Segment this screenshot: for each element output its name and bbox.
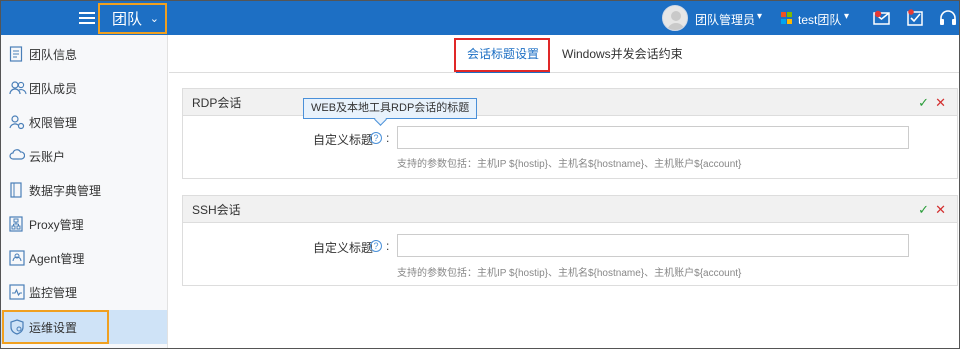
- field-label: 自定义标题: [313, 133, 374, 147]
- help-icon[interactable]: ?: [370, 132, 382, 144]
- menu-icon[interactable]: [79, 9, 95, 27]
- sidebar-item-team-members[interactable]: 团队成员: [1, 71, 167, 105]
- sidebar-item-label: 权限管理: [29, 115, 78, 130]
- team-switcher-label: 团队: [112, 11, 143, 28]
- sidebar: 团队信息 团队成员 权限管理 云账户 数据字典管理 Proxy管理 Agent管…: [1, 35, 168, 348]
- panel-header: RDP会话 ✓ ✕: [183, 89, 957, 116]
- help-tooltip: WEB及本地工具RDP会话的标题: [303, 98, 478, 119]
- network-icon: [9, 216, 23, 232]
- field-colon: :: [386, 131, 390, 145]
- field-label: 自定义标题: [313, 241, 374, 255]
- sidebar-item-label: Agent管理: [29, 251, 85, 266]
- sidebar-item-data-dictionary[interactable]: 数据字典管理: [1, 173, 167, 207]
- monitor-icon: [9, 284, 25, 300]
- panel-title: RDP会话: [192, 95, 242, 110]
- confirm-icon[interactable]: ✓: [918, 95, 929, 111]
- document-icon: [9, 46, 23, 62]
- app-window: 团队 ⌄ 团队管理员 ▾ test团队 ▾ 团队信息 团队成员 权限管理 云账户…: [0, 0, 960, 349]
- book-icon: [10, 182, 22, 198]
- confirm-icon[interactable]: ✓: [918, 202, 929, 218]
- sidebar-item-permissions[interactable]: 权限管理: [1, 105, 167, 139]
- parameter-hint: 支持的参数包括：主机IP ${hostip}、主机名${hostname}、主机…: [397, 159, 742, 170]
- chevron-down-icon[interactable]: ▾: [757, 11, 762, 22]
- sidebar-item-label: 团队信息: [29, 47, 78, 62]
- close-icon[interactable]: ✕: [935, 202, 946, 218]
- sidebar-highlight-frame: [2, 310, 109, 344]
- sidebar-item-label: Proxy管理: [29, 217, 84, 232]
- current-team-name[interactable]: test团队: [798, 11, 841, 28]
- chevron-down-icon[interactable]: ▾: [844, 11, 849, 22]
- avatar[interactable]: [662, 5, 688, 31]
- team-logo-icon: [781, 12, 793, 24]
- field-colon: :: [386, 239, 390, 253]
- panel-title: SSH会话: [192, 202, 241, 217]
- help-icon[interactable]: ?: [370, 240, 382, 252]
- sidebar-item-label: 监控管理: [29, 285, 78, 300]
- headset-icon[interactable]: [938, 8, 958, 28]
- custom-title-input[interactable]: [397, 126, 909, 149]
- tab-bar: 会话标题设置 Windows并发会话约束: [169, 35, 959, 73]
- ssh-session-panel: SSH会话 ✓ ✕ 自定义标题 ? : 支持的参数包括：主机IP ${hosti…: [182, 195, 958, 286]
- sidebar-item-label: 团队成员: [29, 81, 78, 96]
- chevron-down-icon: ⌄: [149, 13, 159, 25]
- panel-header: SSH会话 ✓ ✕: [183, 196, 957, 223]
- sidebar-item-team-info[interactable]: 团队信息: [1, 37, 167, 71]
- tab-session-title-settings[interactable]: 会话标题设置: [456, 35, 550, 73]
- custom-title-input[interactable]: [397, 234, 909, 257]
- sidebar-item-monitoring[interactable]: 监控管理: [1, 275, 167, 309]
- task-check-icon[interactable]: [905, 8, 925, 28]
- cloud-icon: [9, 149, 25, 160]
- parameter-hint: 支持的参数包括：主机IP ${hostip}、主机名${hostname}、主机…: [397, 268, 742, 279]
- sidebar-item-label: 数据字典管理: [29, 183, 102, 198]
- users-icon: [9, 81, 27, 95]
- team-switcher[interactable]: 团队 ⌄: [98, 3, 167, 34]
- tab-windows-concurrent-sessions[interactable]: Windows并发会话约束: [562, 35, 683, 73]
- sidebar-item-proxy[interactable]: Proxy管理: [1, 207, 167, 241]
- user-name[interactable]: 团队管理员: [695, 11, 755, 28]
- mail-notification-icon[interactable]: [872, 8, 892, 28]
- user-gear-icon: [9, 115, 25, 130]
- agent-icon: [9, 250, 25, 266]
- sidebar-item-agent[interactable]: Agent管理: [1, 241, 167, 275]
- top-bar: 团队 ⌄ 团队管理员 ▾ test团队 ▾: [1, 1, 959, 35]
- sidebar-item-cloud-accounts[interactable]: 云账户: [1, 139, 167, 173]
- rdp-session-panel: RDP会话 ✓ ✕ 自定义标题 ? : 支持的参数包括：主机IP ${hosti…: [182, 88, 958, 179]
- sidebar-item-label: 云账户: [29, 149, 66, 164]
- close-icon[interactable]: ✕: [935, 95, 946, 111]
